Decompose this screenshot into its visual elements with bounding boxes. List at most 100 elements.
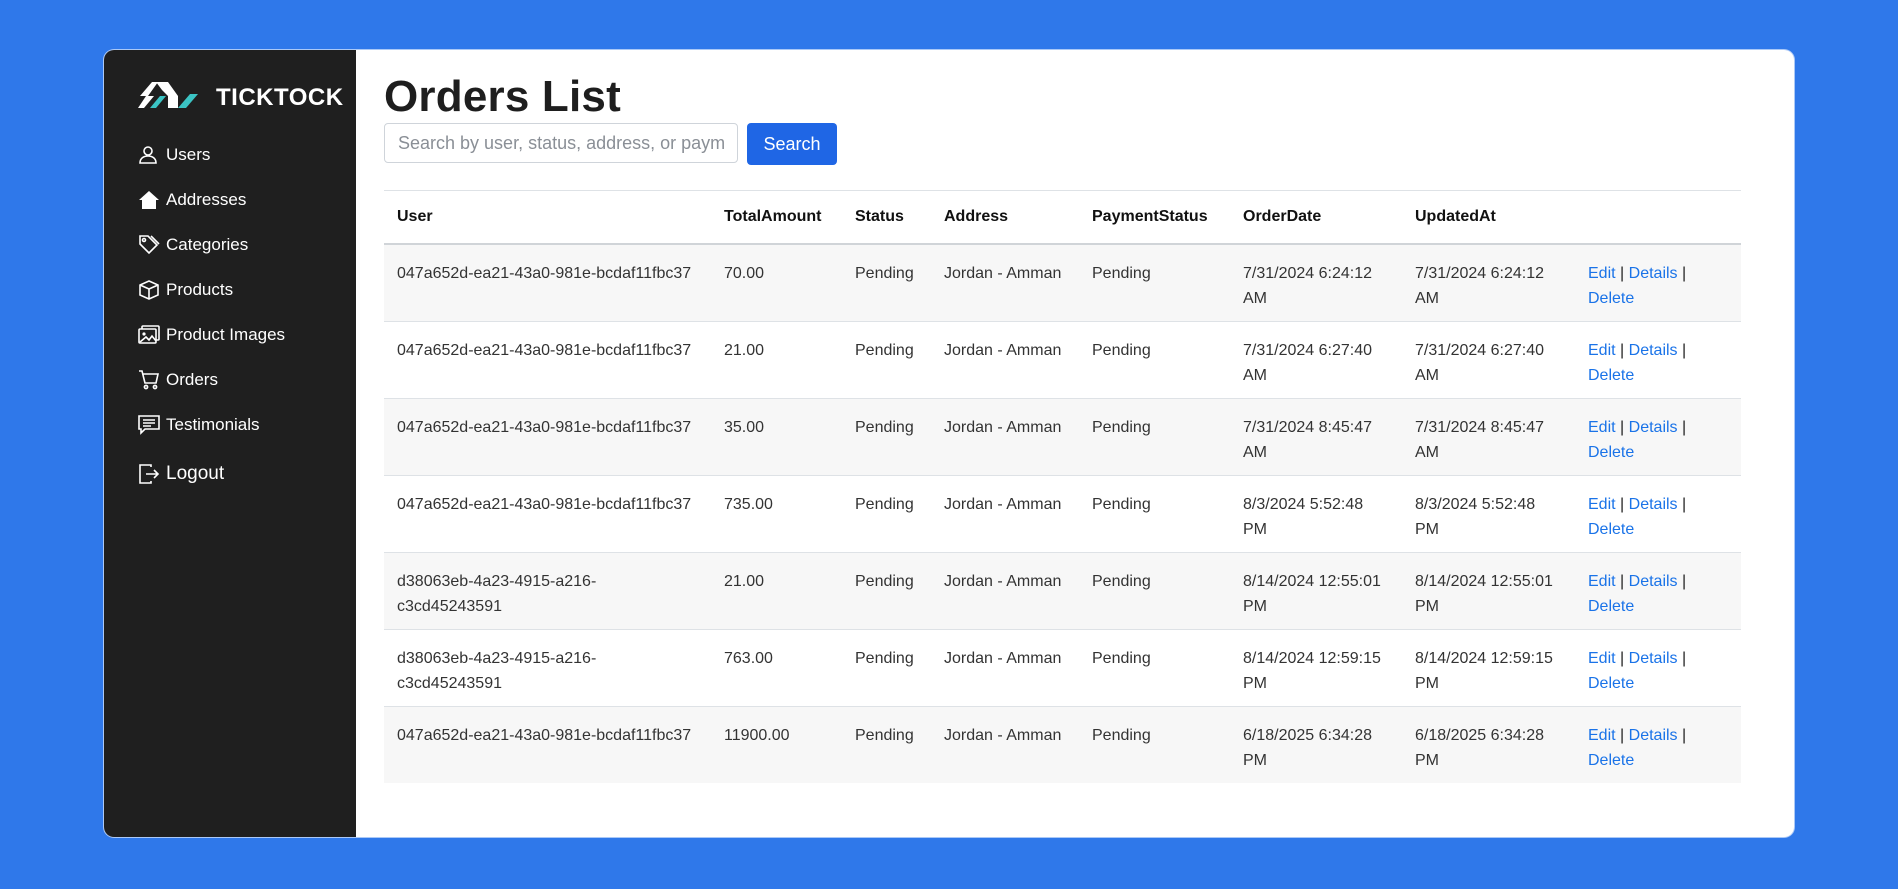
cell-address: Jordan - Amman: [931, 552, 1079, 630]
delete-link[interactable]: Delete: [1588, 367, 1634, 384]
details-link[interactable]: Details: [1629, 727, 1678, 744]
delete-link[interactable]: Delete: [1588, 521, 1634, 538]
table-row: 047a652d-ea21-43a0-981e-bcdaf11fbc37 35.0…: [384, 398, 1741, 476]
column-header: Status: [842, 190, 931, 245]
box-icon: [138, 278, 162, 302]
sidebar-item-addresses[interactable]: Addresses: [138, 177, 348, 222]
cell-updated-at: 8/3/2024 5:52:48 PM: [1402, 475, 1575, 553]
logout-button[interactable]: Logout: [138, 451, 348, 496]
page-title: Orders List: [384, 72, 621, 121]
table-row: 047a652d-ea21-43a0-981e-bcdaf11fbc37 21.0…: [384, 321, 1741, 399]
edit-link[interactable]: Edit: [1588, 727, 1616, 744]
cell-updated-at: 7/31/2024 6:27:40 AM: [1402, 321, 1575, 399]
cell-address: Jordan - Amman: [931, 244, 1079, 322]
cell-total-amount: 35.00: [711, 398, 842, 476]
column-header: [1575, 190, 1741, 245]
cell-user: 047a652d-ea21-43a0-981e-bcdaf11fbc37: [384, 475, 711, 553]
cell-order-date: 8/14/2024 12:55:01 PM: [1230, 552, 1402, 630]
cell-order-date: 8/3/2024 5:52:48 PM: [1230, 475, 1402, 553]
cell-address: Jordan - Amman: [944, 727, 1062, 744]
separator: |: [1620, 419, 1625, 436]
edit-link[interactable]: Edit: [1588, 496, 1616, 513]
sidebar-item-testimonials[interactable]: Testimonials: [138, 402, 348, 447]
column-header: Address: [931, 190, 1079, 245]
cell-actions: Edit | Details | Delete: [1575, 475, 1741, 553]
images-icon: [138, 323, 162, 347]
edit-link[interactable]: Edit: [1588, 419, 1616, 436]
cell-address: Jordan - Amman: [931, 398, 1079, 476]
column-header: User: [384, 190, 711, 245]
edit-link[interactable]: Edit: [1588, 342, 1616, 359]
search-input[interactable]: [384, 123, 738, 163]
delete-link[interactable]: Delete: [1588, 752, 1634, 769]
separator: |: [1620, 727, 1625, 744]
cell-updated-at: 8/14/2024 12:59:15 PM: [1402, 629, 1575, 707]
table-row: 047a652d-ea21-43a0-981e-bcdaf11fbc37 1190…: [384, 706, 1741, 783]
separator: |: [1620, 342, 1625, 359]
sidebar-item-products[interactable]: Products: [138, 267, 348, 312]
cell-actions: Edit | Details | Delete: [1575, 398, 1741, 476]
cell-updated-at: 7/31/2024 8:45:47 AM: [1402, 398, 1575, 476]
cell-status: Pending: [842, 321, 931, 399]
delete-link[interactable]: Delete: [1588, 444, 1634, 461]
cell-actions: Edit | Details | Delete: [1575, 321, 1741, 399]
cell-total-amount: 21.00: [711, 552, 842, 630]
cell-address: Jordan - Amman: [931, 321, 1079, 399]
separator: |: [1682, 265, 1687, 282]
cell-updated-at: 6/18/2025 6:34:28 PM: [1415, 727, 1545, 769]
search-bar: Search: [384, 123, 837, 165]
orders-table-container: User TotalAmount Status Address PaymentStatu…: [384, 190, 1741, 783]
sidebar-item-product-images[interactable]: Product Images: [138, 312, 348, 357]
search-button[interactable]: Search: [747, 123, 837, 165]
cell-user: 047a652d-ea21-43a0-981e-bcdaf11fbc37: [384, 244, 711, 322]
app-window: TICKTOCK Users Addresses Categories Prod…: [104, 50, 1794, 837]
main-content: Orders List Search UserTotalAmountStat: [356, 50, 1794, 837]
details-link[interactable]: Details: [1629, 496, 1678, 513]
details-link[interactable]: Details: [1629, 650, 1678, 667]
sidebar-item-categories[interactable]: Categories: [138, 222, 348, 267]
cell-order-date: 8/14/2024 12:59:15 PM: [1230, 629, 1402, 707]
details-link[interactable]: Details: [1629, 573, 1678, 590]
separator: |: [1682, 650, 1687, 667]
separator: |: [1682, 419, 1687, 436]
details-link[interactable]: Details: [1629, 342, 1678, 359]
sidebar-nav: Users Addresses Categories Products Prod…: [138, 132, 348, 496]
sidebar-item-orders[interactable]: Orders: [138, 357, 348, 402]
sidebar-item-label: Addresses: [166, 189, 247, 209]
details-link[interactable]: Details: [1629, 265, 1678, 282]
edit-link[interactable]: Edit: [1588, 650, 1616, 667]
cell-order-date: 7/31/2024 6:24:12 AM: [1230, 244, 1402, 322]
cell-order-date: 6/18/2025 6:34:28 PM: [1243, 727, 1373, 769]
cell-payment-status: Pending: [1079, 321, 1230, 399]
details-link[interactable]: Details: [1629, 419, 1678, 436]
cart-icon: [138, 368, 162, 392]
delete-link[interactable]: Delete: [1588, 290, 1634, 307]
cell-status: Pending: [842, 475, 931, 553]
edit-link[interactable]: Edit: [1588, 573, 1616, 590]
cell-updated-at: 8/14/2024 12:55:01 PM: [1402, 552, 1575, 630]
cell-payment-status: Pending: [1079, 629, 1230, 707]
edit-link[interactable]: Edit: [1588, 265, 1616, 282]
cell-total-amount: 735.00: [711, 475, 842, 553]
separator: |: [1620, 265, 1625, 282]
column-header: OrderDate: [1230, 190, 1402, 245]
cell-payment-status: Pending: [1079, 244, 1230, 322]
cell-status: Pending: [842, 552, 931, 630]
sidebar-item-users[interactable]: Users: [138, 132, 348, 177]
cell-actions: Edit | Details | Delete: [1575, 552, 1741, 630]
separator: |: [1620, 496, 1625, 513]
ticktock-logo-icon: [138, 78, 198, 117]
separator: |: [1620, 650, 1625, 667]
brand[interactable]: TICKTOCK: [138, 78, 344, 117]
cell-total-amount: 11900.00: [724, 727, 790, 744]
separator: |: [1682, 727, 1687, 744]
cell-payment-status: Pending: [1092, 727, 1151, 744]
table-header: User TotalAmount Status Address PaymentStatu…: [384, 190, 1741, 245]
delete-link[interactable]: Delete: [1588, 598, 1634, 615]
tags-icon: [138, 233, 162, 257]
cell-actions: Edit | Details | Delete: [1575, 629, 1741, 707]
cell-user: 047a652d-ea21-43a0-981e-bcdaf11fbc37: [397, 727, 692, 744]
delete-link[interactable]: Delete: [1588, 675, 1634, 692]
sidebar-item-label: Product Images: [166, 324, 286, 344]
cell-status: Pending: [855, 727, 914, 744]
